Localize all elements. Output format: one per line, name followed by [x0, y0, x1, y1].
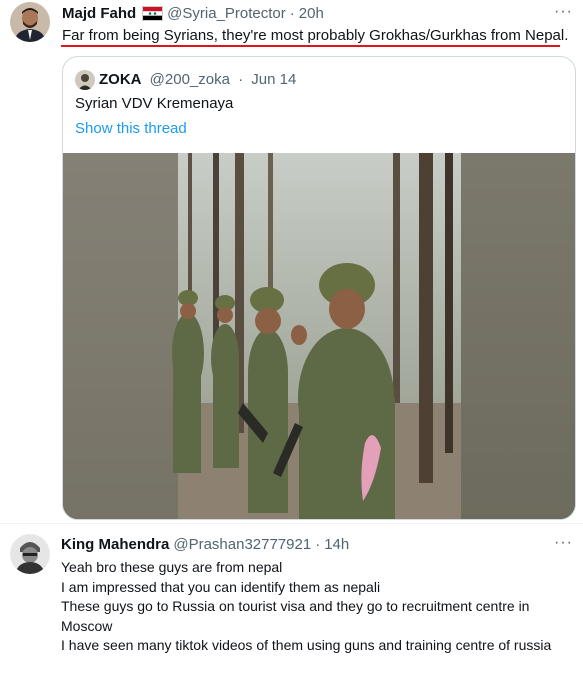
show-thread-link[interactable]: Show this thread — [75, 120, 187, 137]
quoted-author-handle[interactable]: @200_zoka — [150, 71, 230, 88]
reply-author-handle[interactable]: @Prashan32777921 — [173, 536, 311, 553]
reply-separator-dot: · — [315, 536, 321, 553]
tweet-timestamp[interactable]: 20h — [299, 5, 324, 22]
more-options-icon[interactable]: ··· — [554, 3, 573, 21]
reply-author-avatar[interactable] — [10, 534, 50, 574]
video-media[interactable] — [63, 153, 575, 519]
quoted-tweet-date[interactable]: Jun 14 — [251, 71, 296, 88]
author-handle[interactable]: @Syria_Protector — [167, 5, 286, 22]
tweet-text: Far from being Syrians, they're most pro… — [62, 27, 569, 44]
quoted-tweet-text: Syrian VDV Kremenaya — [75, 95, 234, 112]
reply-timestamp[interactable]: 14h — [324, 536, 349, 553]
reply-author-name[interactable]: King Mahendra — [61, 536, 169, 553]
reply-line: Yeah bro these guys are from nepal — [61, 559, 283, 575]
quoted-tweet-card[interactable]: ZOKA @200_zoka · Jun 14 Syrian VDV Kreme… — [62, 56, 576, 520]
author-name[interactable]: Majd Fahd — [62, 5, 136, 22]
video-frame-image — [63, 153, 575, 519]
separator-dot: · — [289, 5, 295, 22]
reply-line: I am impressed that you can identify the… — [61, 578, 381, 595]
red-underline-annotation — [61, 45, 560, 47]
reply-line: These guys go to Russia on tourist visa … — [61, 598, 530, 634]
author-avatar[interactable] — [10, 2, 50, 42]
tweet-reply[interactable]: King Mahendra @Prashan32777921 · 14h ···… — [0, 523, 583, 676]
quoted-author-avatar[interactable] — [75, 70, 95, 90]
quoted-author-name[interactable]: ZOKA — [99, 71, 142, 88]
quoted-separator-dot: · — [238, 71, 244, 88]
reply-tweet-text: Yeah bro these guys are from nepal I am … — [61, 558, 571, 656]
reply-line: I have seen many tiktok videos of them u… — [61, 637, 552, 653]
syria-flag-icon — [142, 6, 164, 21]
tweet-main[interactable]: Majd Fahd @Syria_Protector · 20h ··· Far… — [0, 0, 583, 523]
reply-more-options-icon[interactable]: ··· — [554, 534, 573, 552]
